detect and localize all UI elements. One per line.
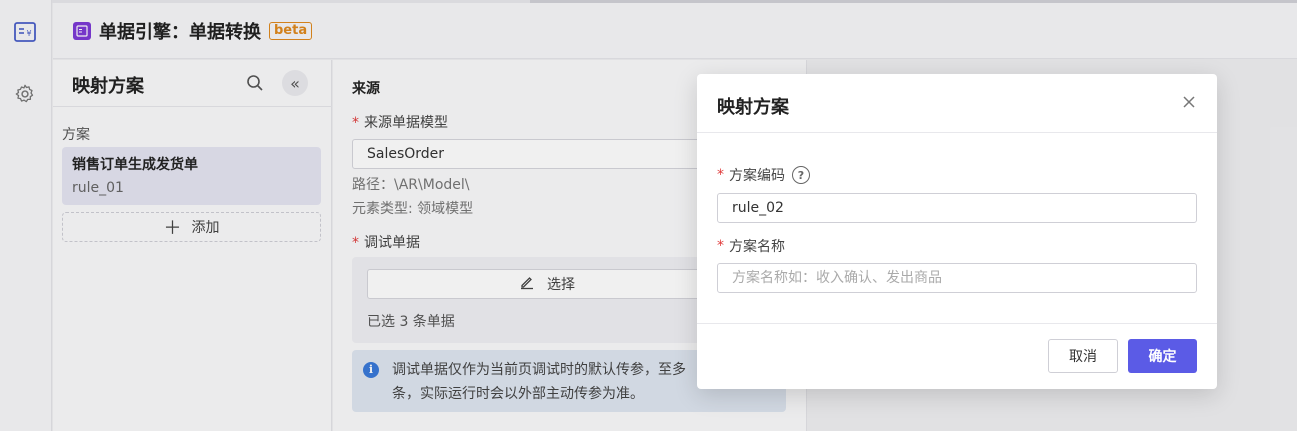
- scheme-modal: 映射方案 * 方案编码 ? rule_02 * 方案名称 方案名称如：收入确认、…: [697, 74, 1217, 389]
- scheme-code-label: * 方案编码 ?: [717, 165, 810, 185]
- modal-footer-divider: [697, 323, 1217, 324]
- help-icon[interactable]: ?: [792, 166, 810, 184]
- scheme-code-input[interactable]: rule_02: [717, 193, 1197, 223]
- scheme-name-label: * 方案名称: [717, 236, 785, 256]
- cancel-button[interactable]: 取消: [1048, 339, 1118, 373]
- modal-title: 映射方案: [717, 97, 789, 118]
- confirm-button[interactable]: 确定: [1128, 339, 1197, 373]
- required-mark: *: [717, 238, 724, 254]
- scheme-name-input[interactable]: 方案名称如：收入确认、发出商品: [717, 263, 1197, 293]
- scheme-name-label-text: 方案名称: [729, 239, 785, 255]
- modal-header-divider: [697, 132, 1217, 133]
- scheme-code-label-text: 方案编码: [729, 168, 785, 184]
- close-icon[interactable]: [1181, 94, 1197, 110]
- required-mark: *: [717, 167, 724, 183]
